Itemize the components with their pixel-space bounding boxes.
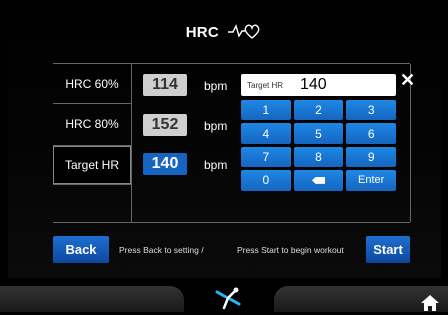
key-7[interactable]: 7 — [241, 146, 291, 168]
row-separator — [53, 184, 131, 185]
home-icon[interactable] — [420, 294, 440, 312]
key-0[interactable]: 0 — [241, 170, 291, 191]
hrc80-unit: bpm — [204, 119, 228, 133]
input-label: Target HR — [247, 80, 284, 90]
title-text: HRC — [185, 23, 219, 41]
hrc60-unit: bpm — [204, 79, 228, 93]
key-8[interactable]: 8 — [293, 146, 344, 168]
row-separator — [53, 103, 131, 104]
hrc60-value: 114 — [143, 74, 187, 96]
back-hint: Press Back to setting / — [119, 245, 204, 255]
input-value: 140 — [300, 76, 327, 93]
target-hr-value[interactable]: 140 — [143, 153, 187, 175]
numeric-keypad: 1 2 3 4 5 6 7 8 9 0 Enter — [241, 100, 396, 214]
start-hint: Press Start to begin workout — [237, 245, 344, 255]
row-label-hrc80[interactable]: HRC 80% — [53, 106, 131, 142]
row-label-target-hr[interactable]: Target HR — [53, 146, 131, 184]
hrc80-value: 152 — [143, 114, 187, 136]
key-6[interactable]: 6 — [346, 123, 396, 144]
backspace-button[interactable] — [293, 170, 344, 191]
target-hr-unit: bpm — [204, 158, 228, 172]
row-label-hrc60[interactable]: HRC 60% — [53, 66, 131, 102]
backspace-icon — [311, 176, 325, 184]
bottom-nav — [0, 282, 448, 315]
back-button[interactable]: Back — [53, 236, 109, 263]
heart-pulse-icon — [227, 22, 263, 44]
table-divider — [131, 64, 132, 222]
start-button[interactable]: Start — [366, 236, 410, 263]
key-2[interactable]: 2 — [293, 100, 344, 121]
enter-button[interactable]: Enter — [346, 170, 396, 191]
hrc-screen: HRC HRC 60% HRC 80% Target HR 114 bpm 15… — [8, 0, 441, 278]
close-icon[interactable]: ✕ — [400, 70, 415, 91]
key-1[interactable]: 1 — [241, 100, 291, 121]
fitness-logo-icon[interactable] — [214, 286, 242, 312]
key-5[interactable]: 5 — [293, 123, 344, 144]
nav-panel-left — [0, 286, 184, 312]
key-9[interactable]: 9 — [346, 146, 396, 168]
key-4[interactable]: 4 — [241, 123, 291, 144]
action-bar: Back Press Back to setting / Press Start… — [53, 236, 410, 264]
key-3[interactable]: 3 — [346, 100, 396, 121]
hr-table: HRC 60% HRC 80% Target HR 114 bpm 152 bp… — [53, 63, 415, 223]
target-hr-input[interactable]: Target HR 140 — [241, 74, 396, 96]
page-title: HRC — [8, 22, 441, 44]
